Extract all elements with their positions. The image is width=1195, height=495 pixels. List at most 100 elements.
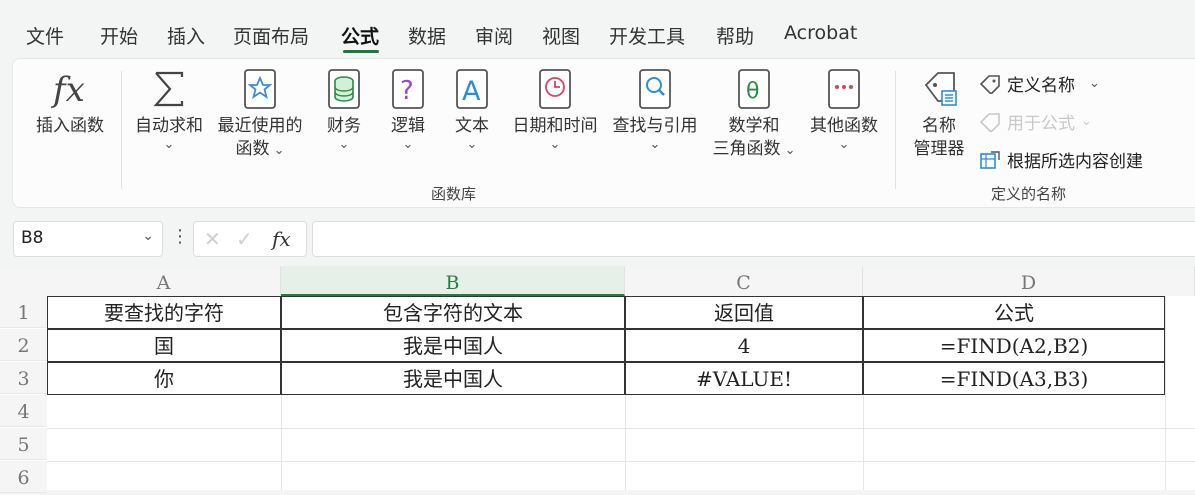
cell-a3[interactable]: 你 (47, 362, 281, 395)
use-in-formula-button[interactable]: 用于公式 ⌄ (979, 109, 1092, 134)
tab-formulas[interactable]: 公式 (341, 22, 379, 49)
define-name-label: 定义名称 (1007, 76, 1075, 96)
date-time-label: 日期和时间 (512, 116, 598, 136)
question-book-icon: ? (392, 69, 424, 109)
column-header-b[interactable]: B (281, 266, 625, 296)
row-header-6[interactable]: 6 (0, 461, 47, 493)
create-from-selection-icon (980, 150, 1000, 169)
tab-home[interactable]: 开始 (100, 22, 138, 49)
tab-file[interactable]: 文件 (26, 22, 64, 49)
define-name-button[interactable]: 定义名称 ⌄ (979, 71, 1100, 96)
chevron-down-icon: ⌄ (549, 137, 561, 152)
formula-input[interactable] (312, 221, 1195, 257)
confirm-icon[interactable]: ✓ (236, 227, 253, 251)
row-header-4[interactable]: 4 (0, 395, 47, 427)
cell-b1[interactable]: 包含字符的文本 (281, 296, 625, 329)
more-functions-label: 其他函数 (810, 116, 878, 136)
use-in-formula-label: 用于公式 (1007, 114, 1075, 134)
chevron-down-icon: ⌄ (838, 137, 850, 152)
text-book-icon: A (456, 69, 488, 109)
chevron-down-icon: ⌄ (1089, 76, 1100, 91)
name-box[interactable]: B8 ⌄ (13, 221, 163, 257)
tab-help[interactable]: 帮助 (716, 22, 754, 49)
tab-developer[interactable]: 开发工具 (609, 22, 685, 49)
column-header-d[interactable]: D (863, 266, 1195, 296)
cell-a2[interactable]: 国 (47, 329, 281, 362)
date-time-button[interactable]: 日期和时间 ⌄ (507, 67, 603, 152)
row-header-2[interactable]: 2 (0, 329, 47, 361)
tab-review[interactable]: 审阅 (475, 22, 513, 49)
tab-data[interactable]: 数据 (408, 22, 446, 49)
chevron-down-icon: ⌄ (1081, 114, 1092, 129)
row-header-1[interactable]: 1 (0, 296, 47, 328)
chevron-down-icon: ⌄ (649, 137, 661, 152)
chevron-down-icon: ⌄ (163, 137, 175, 152)
recently-used-label-2: 函数 (235, 139, 270, 159)
group-label-function-library: 函数库 (431, 185, 477, 203)
name-manager-label-1: 名称 (922, 116, 956, 136)
cell-a1[interactable]: 要查找的字符 (47, 296, 281, 329)
chevron-down-icon: ⌄ (402, 137, 414, 152)
row-header-5[interactable]: 5 (0, 428, 47, 460)
text-label: 文本 (455, 116, 489, 136)
tag-formula-icon (979, 112, 1000, 132)
magnifier-book-icon (639, 69, 671, 109)
create-from-selection-button[interactable]: 根据所选内容创建 (979, 147, 1143, 172)
recently-used-label-1: 最近使用的 (217, 116, 303, 136)
lookup-reference-label: 查找与引用 (612, 116, 698, 136)
insert-function-button[interactable]: fx 插入函数 (31, 67, 109, 138)
sigma-icon (153, 71, 184, 107)
autosum-label: 自动求和 (135, 116, 203, 136)
name-manager-button[interactable]: 名称 管理器 (907, 67, 971, 161)
recently-used-button[interactable]: 最近使用的 函数 ⌄ (213, 67, 307, 162)
cell-d2[interactable]: =FIND(A2,B2) (863, 329, 1165, 362)
tab-insert[interactable]: 插入 (167, 22, 205, 49)
more-functions-button[interactable]: 其他函数 ⌄ (805, 67, 883, 152)
star-book-icon (244, 69, 276, 109)
formula-controls: ✕ ✓ fx (193, 221, 307, 257)
tab-view[interactable]: 视图 (542, 22, 580, 49)
row-header-3[interactable]: 3 (0, 362, 47, 394)
column-header-a[interactable]: A (47, 266, 281, 296)
chevron-down-icon: ⌄ (338, 137, 350, 152)
tab-acrobat[interactable]: Acrobat (784, 22, 857, 44)
lookup-reference-button[interactable]: 查找与引用 ⌄ (607, 67, 703, 152)
text-button[interactable]: A 文本 ⌄ (443, 67, 501, 152)
select-all-corner[interactable] (0, 266, 47, 296)
clock-book-icon (539, 69, 571, 109)
spreadsheet-grid: A B C D 1 2 3 4 5 6 要查找的字符 包含字符的文本 返回值 公… (0, 266, 1195, 493)
tab-page-layout[interactable]: 页面布局 (233, 22, 309, 49)
group-label-defined-names: 定义的名称 (991, 185, 1067, 203)
cell-d1[interactable]: 公式 (863, 296, 1165, 329)
cell-b3[interactable]: 我是中国人 (281, 362, 625, 395)
math-trig-label-1: 数学和 (728, 116, 780, 136)
insert-function-label: 插入函数 (36, 116, 104, 136)
more-options-icon[interactable]: ⋮ (171, 226, 189, 247)
insert-function-icon[interactable]: fx (272, 227, 291, 251)
svg-text:θ: θ (746, 79, 759, 104)
column-header-c[interactable]: C (625, 266, 863, 296)
tag-icon (979, 74, 1000, 94)
financial-button[interactable]: 财务 ⌄ (315, 67, 373, 152)
cell-c3[interactable]: #VALUE! (625, 362, 863, 395)
coins-book-icon (328, 69, 360, 109)
logical-button[interactable]: ? 逻辑 ⌄ (379, 67, 437, 152)
cell-c1[interactable]: 返回值 (625, 296, 863, 329)
gridline (47, 461, 1195, 462)
name-manager-label-2: 管理器 (913, 139, 965, 159)
cancel-icon[interactable]: ✕ (204, 227, 221, 251)
tag-list-icon (924, 72, 957, 106)
svg-text:fx: fx (50, 70, 85, 110)
theta-book-icon: θ (738, 69, 770, 109)
chevron-down-icon: ⌄ (466, 137, 478, 152)
cell-c2[interactable]: 4 (625, 329, 863, 362)
autosum-button[interactable]: 自动求和 ⌄ (131, 67, 207, 152)
chevron-down-icon[interactable]: ⌄ (142, 228, 154, 244)
math-trig-label-2: 三角函数 (712, 139, 781, 159)
cell-b2[interactable]: 我是中国人 (281, 329, 625, 362)
gridline (47, 428, 1195, 429)
cell-d3[interactable]: =FIND(A3,B3) (863, 362, 1165, 395)
math-trig-button[interactable]: θ 数学和 三角函数 ⌄ (707, 67, 801, 162)
ribbon-separator (895, 71, 896, 189)
active-tab-indicator (343, 50, 379, 53)
